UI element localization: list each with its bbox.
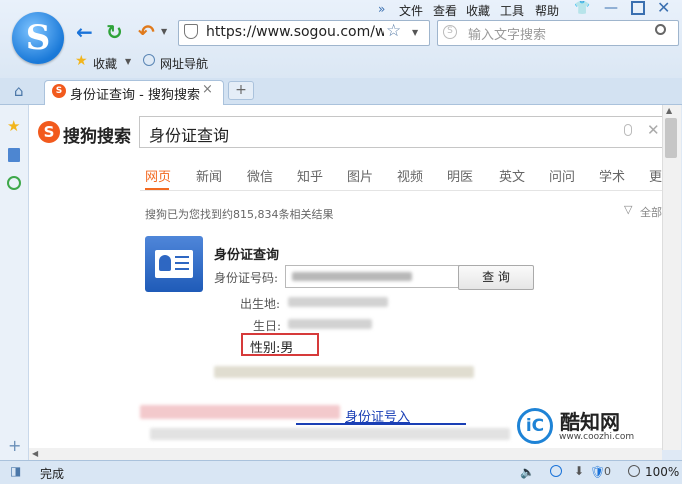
tab-english[interactable]: 英文	[499, 166, 525, 185]
sogou-brand[interactable]: 搜狗搜索	[63, 122, 131, 147]
star-icon[interactable]: ☆	[386, 21, 401, 41]
tab-images[interactable]: 图片	[347, 166, 373, 185]
menu-tools[interactable]: 工具	[500, 2, 524, 19]
close-window-icon[interactable]: ✕	[657, 0, 670, 17]
chevron-down-icon[interactable]: ▼	[412, 28, 418, 37]
status-text: 完成	[40, 467, 65, 481]
watermark-url: www.coozhi.com	[559, 432, 635, 442]
tab-title: 身份证查询 - 搜狗搜索	[70, 88, 200, 103]
chevron-down-icon[interactable]: ▼	[161, 27, 167, 36]
birthday-value-redacted	[288, 319, 372, 329]
result-count: 搜狗已为您找到约815,834条相关结果	[145, 208, 334, 221]
zoom-level[interactable]: 100%	[645, 465, 679, 479]
id-number-label: 身份证号码:	[214, 271, 279, 285]
tab-academic[interactable]: 学术	[599, 166, 625, 185]
filter-icon[interactable]: ▽	[624, 203, 632, 216]
menu-view[interactable]: 查看	[433, 2, 457, 19]
card-title[interactable]: 身份证查询	[214, 244, 279, 263]
id-number-input[interactable]	[285, 265, 464, 288]
zoom-icon[interactable]	[628, 465, 640, 477]
clear-icon[interactable]: ✕	[647, 121, 660, 139]
id-card-icon	[145, 236, 203, 292]
tab-news[interactable]: 新闻	[196, 166, 222, 185]
coozhi-logo-icon: iC	[517, 408, 553, 444]
tab-zhihu[interactable]: 知乎	[297, 166, 323, 185]
redacted-strip	[150, 428, 510, 440]
filter-all-link[interactable]: 全部	[640, 204, 662, 220]
maximize-icon[interactable]	[631, 1, 645, 15]
redacted-note	[214, 366, 474, 378]
tab-weixin[interactable]: 微信	[247, 166, 273, 185]
shield-icon	[184, 24, 198, 39]
gender-row: 性别:男	[250, 337, 293, 356]
reader-icon[interactable]	[8, 148, 20, 162]
gender-label: 性别:	[250, 341, 281, 356]
menu-help[interactable]: 帮助	[535, 2, 559, 19]
tab-web[interactable]: 网页	[145, 166, 171, 185]
birthplace-label: 出生地:	[240, 297, 281, 311]
sogou-browser-logo-icon: S	[25, 18, 51, 58]
refresh-icon[interactable]: ↻	[106, 20, 123, 44]
birthday-label: 生日:	[253, 319, 282, 333]
query-button[interactable]: 查 询	[458, 265, 534, 290]
menu-file[interactable]: 文件	[399, 2, 423, 19]
tab-video[interactable]: 视频	[397, 166, 423, 185]
home-icon[interactable]: ⌂	[14, 82, 24, 100]
download-icon[interactable]: ⬇	[574, 464, 584, 478]
birthplace-value-redacted	[288, 297, 388, 307]
scroll-left-icon[interactable]: ◀	[32, 449, 38, 458]
add-icon[interactable]: +	[8, 436, 21, 455]
magnifier-icon[interactable]	[655, 24, 666, 35]
tab-close-icon[interactable]: ×	[202, 82, 213, 97]
shield-status-icon[interactable]: 🛡	[590, 465, 605, 479]
skin-icon[interactable]: 👕	[574, 1, 590, 16]
divider	[140, 190, 662, 191]
sogou-logo-icon: S	[38, 121, 60, 143]
download-count: 0	[604, 465, 611, 478]
result-link[interactable]: 身份证号入	[345, 406, 410, 425]
gender-value: 男	[280, 341, 294, 356]
scrollbar-thumb[interactable]	[665, 118, 677, 158]
sogou-status-icon[interactable]	[550, 465, 562, 477]
favorites-star-icon[interactable]: ★	[7, 117, 20, 135]
minimize-icon[interactable]: —	[604, 0, 618, 16]
search-query-text[interactable]: 身份证查询	[149, 122, 229, 146]
sogou-favicon-icon: S	[52, 84, 66, 98]
url-text[interactable]: https://www.sogou.com/we	[206, 24, 384, 40]
menu-favorites[interactable]: 收藏	[466, 2, 490, 19]
sogou-search-icon: S	[443, 25, 457, 39]
search-placeholder: 输入文字搜索	[468, 28, 547, 43]
chevron-down-icon[interactable]: ▼	[125, 57, 131, 66]
favorites-button[interactable]: 收藏	[93, 55, 117, 72]
double-chevron-icon[interactable]: »	[378, 2, 385, 16]
sidebar-toggle-icon[interactable]: ◨	[10, 464, 21, 478]
undo-close-icon[interactable]: ↶	[138, 20, 155, 44]
horizontal-scrollbar[interactable]	[29, 448, 662, 460]
star-icon: ★	[75, 53, 88, 69]
tab-mingyi[interactable]: 明医	[447, 166, 473, 185]
tab-more[interactable]: 更	[649, 166, 662, 185]
redacted-strip	[140, 405, 340, 419]
history-clock-icon[interactable]	[7, 176, 21, 190]
new-tab-button[interactable]: +	[228, 81, 254, 100]
speaker-icon[interactable]: 🔈	[520, 465, 535, 479]
url-nav-link[interactable]: 网址导航	[160, 55, 208, 72]
tab-wenwen[interactable]: 问问	[549, 166, 575, 185]
back-icon[interactable]: ←	[76, 20, 93, 44]
globe-icon	[143, 54, 155, 66]
microphone-icon[interactable]	[624, 124, 632, 136]
scroll-up-icon[interactable]: ▲	[666, 106, 672, 115]
watermark-name: 酷知网	[560, 410, 620, 434]
